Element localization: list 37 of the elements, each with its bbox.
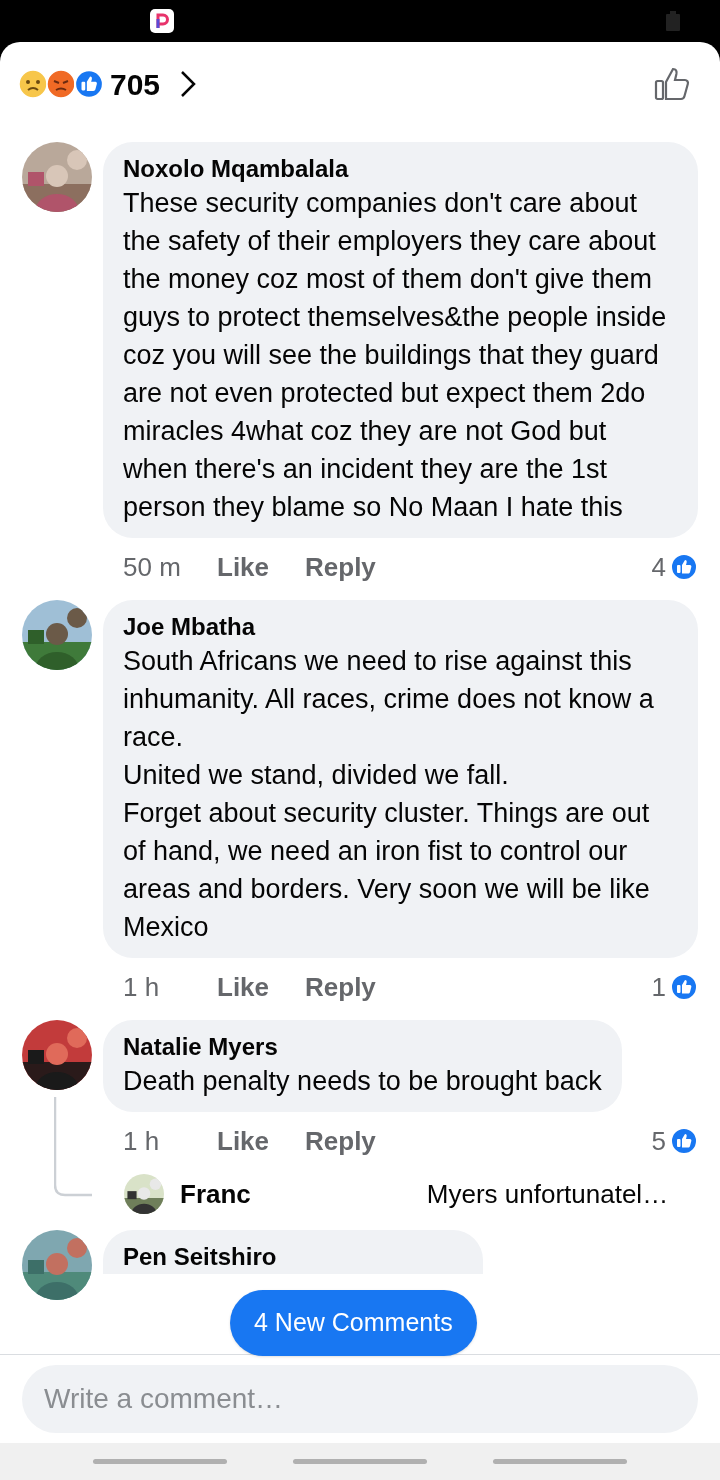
comment-text: These security companies don't care about the safety of their employers they care about the money coz most of them don't give them guys to protect themselves&the people inside coz you will see the buildings that they guard are not even protected but expect them 2do miracles 4what coz they are not God but when there's an incident they are the 1st person they blame so No Maan I hate this [123,187,668,524]
comment-text: South Africans we need to rise against this inhumanity. All races, crime does not know a race. United we stand, divided we fall. Forget about security cluster. Things are out of hand, we need an iron fist to control our areas and borders. Very soon we will be like Mexico [123,645,655,944]
author-name[interactable]: Noxolo Mqambalala [123,154,678,184]
author-name[interactable]: Pen Seitshiro [123,1242,463,1272]
reply-link[interactable]: Reply [305,967,376,1007]
like-icon [74,69,104,99]
angry-face-icon [46,69,76,99]
comment-time: 50 m [123,550,182,584]
comment-time: 1 h [123,1124,161,1158]
like-count: 1 [651,970,666,1004]
author-name[interactable]: Natalie Myers [123,1032,602,1062]
nav-handle[interactable] [293,1459,427,1464]
reply-preview: Myers unfortunatel… [426,1177,669,1211]
like-icon [670,1127,698,1155]
like-count: 5 [651,1124,666,1158]
like-count: 4 [651,550,666,584]
reaction-count[interactable]: 705 [110,61,161,107]
reply-link[interactable]: Reply [305,547,376,587]
author-name[interactable]: Joe Mbatha [123,612,678,642]
like-icon [670,973,698,1001]
reply-author[interactable]: Franc [180,1174,251,1214]
app-logo-icon [150,9,174,33]
comment-time: 1 h [123,970,161,1004]
battery-icon [666,11,680,31]
like-icon [670,553,698,581]
like-link[interactable]: Like [217,547,270,587]
sad-face-icon [18,69,48,99]
new-comments-button[interactable]: 4 New Comments [230,1290,477,1356]
comment-text: Death penalty needs to be brought back [123,1065,602,1098]
nav-handle[interactable] [93,1459,227,1464]
reply-link[interactable]: Reply [305,1121,376,1161]
chevron-right-icon[interactable] [180,70,197,98]
like-link[interactable]: Like [217,1121,270,1161]
comment-input[interactable]: Write a comment… [22,1365,698,1433]
thumbs-up-icon[interactable] [654,66,690,102]
like-link[interactable]: Like [217,967,270,1007]
nav-handle[interactable] [493,1459,627,1464]
